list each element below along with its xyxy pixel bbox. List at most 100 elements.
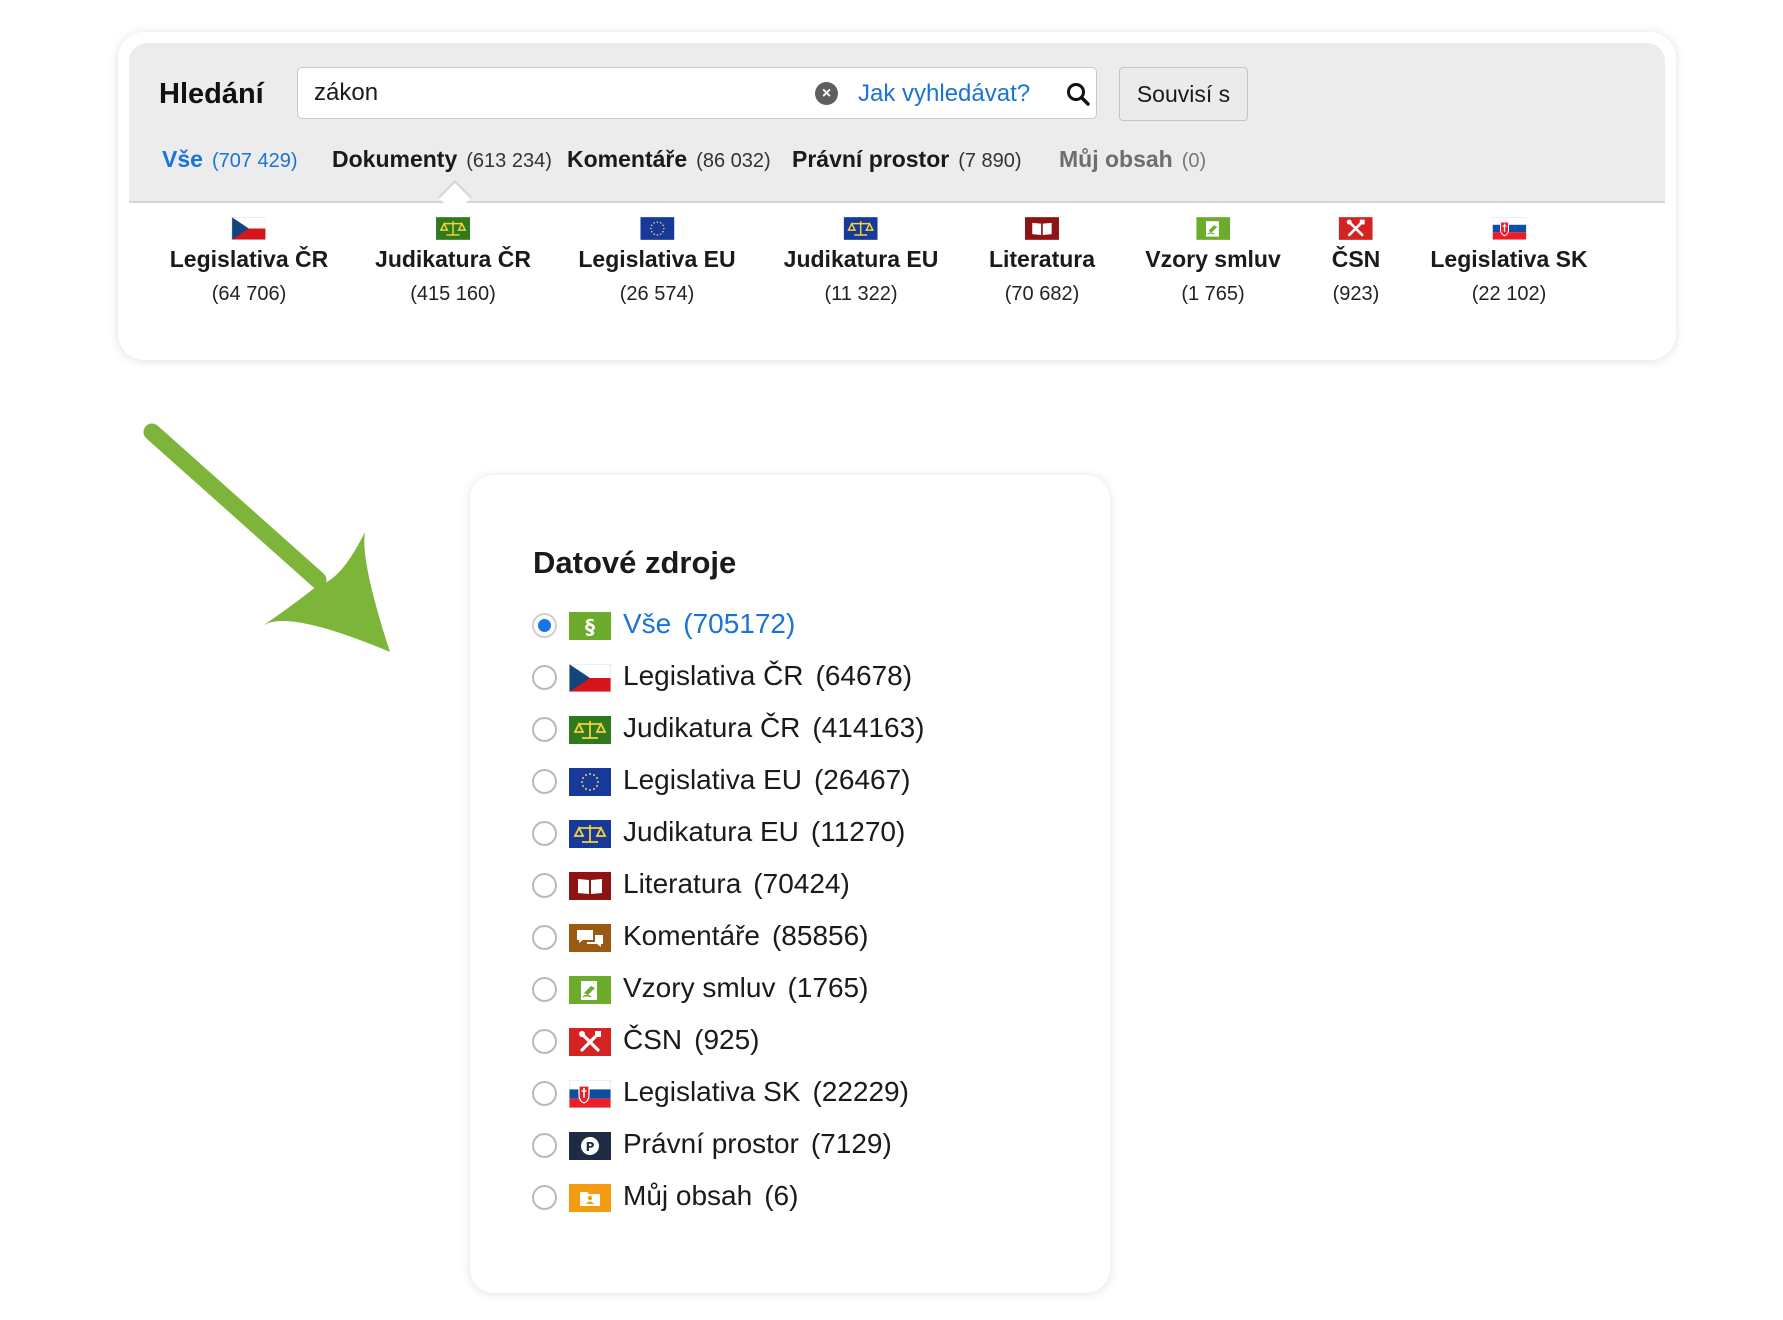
radio-button[interactable] <box>532 769 557 794</box>
source-count: (26 574) <box>619 283 695 305</box>
tab-label: Můj obsah <box>1059 146 1173 172</box>
flag-sk-icon <box>1492 217 1526 240</box>
source-label: Legislativa EU <box>578 246 736 272</box>
radio-button-checked[interactable] <box>532 613 557 638</box>
scales-eu-icon <box>569 820 611 848</box>
source-count: (415 160) <box>410 283 496 305</box>
folder-user-icon <box>569 1184 611 1212</box>
contract-icon <box>1196 217 1230 240</box>
source-count: (22 102) <box>1471 283 1547 305</box>
option-text: Můj obsah (6) <box>623 1180 798 1212</box>
tab-label: Dokumenty <box>332 146 458 172</box>
search-header: Hledání × Jak vyhledávat? Souvisí s Vše (… <box>129 43 1665 203</box>
option-count: (85856) <box>771 920 869 951</box>
radio-button[interactable] <box>532 1081 557 1106</box>
book-icon <box>1025 217 1059 240</box>
source-legislativa-eu[interactable]: Legislativa EU (26 574) <box>578 217 736 306</box>
option-text: Literatura (70424) <box>623 868 850 900</box>
search-icon[interactable] <box>1065 81 1091 112</box>
option-count: (26467) <box>813 764 911 795</box>
tab-all[interactable]: Vše (707 429) <box>162 146 298 173</box>
option-text: Legislativa ČR (64678) <box>623 660 912 692</box>
tab-my-content[interactable]: Můj obsah (0) <box>1059 146 1206 173</box>
option-count: (11270) <box>810 816 906 847</box>
radio-button[interactable] <box>532 925 557 950</box>
pp-logo-icon <box>569 1132 611 1160</box>
data-sources-panel: Datové zdroje Vše (705172) Legislativa ČR… <box>470 475 1110 1293</box>
clear-search-icon[interactable]: × <box>815 82 838 105</box>
tab-label: Vše <box>162 146 203 172</box>
tools-icon <box>569 1028 611 1056</box>
search-box: × Jak vyhledávat? <box>297 67 1097 119</box>
source-count: (923) <box>1332 283 1380 305</box>
search-input[interactable] <box>314 77 784 109</box>
radio-button[interactable] <box>532 1029 557 1054</box>
option-count: (925) <box>694 1024 760 1055</box>
radio-button[interactable] <box>532 821 557 846</box>
radio-button[interactable] <box>532 1185 557 1210</box>
flag-sk-icon <box>569 1080 611 1108</box>
source-count: (11 322) <box>824 283 898 305</box>
tab-count: (86 032) <box>696 150 771 172</box>
option-count: (7129) <box>810 1128 892 1159</box>
source-tiles: Legislativa ČR (64 706) Judikatura ČR (4… <box>129 217 1665 337</box>
source-legislativa-sk[interactable]: Legislativa SK (22 102) <box>1430 217 1588 306</box>
source-judikatura-cr[interactable]: Judikatura ČR (415 160) <box>375 217 531 306</box>
scales-cz-icon <box>569 716 611 744</box>
option-count: (6) <box>764 1180 799 1211</box>
radio-button[interactable] <box>532 1133 557 1158</box>
tab-count: (613 234) <box>466 150 552 172</box>
source-legislativa-cr[interactable]: Legislativa ČR (64 706) <box>169 217 329 306</box>
scales-eu-icon <box>844 217 878 240</box>
option-label: Legislativa ČR <box>623 660 804 691</box>
option-count: (70424) <box>753 868 850 899</box>
option-count: (705172) <box>683 608 796 639</box>
option-label: Vše <box>623 608 672 639</box>
option-count: (22229) <box>812 1076 909 1107</box>
search-help-link[interactable]: Jak vyhledávat? <box>858 80 1030 108</box>
book-icon <box>569 872 611 900</box>
comments-icon <box>569 924 611 952</box>
tab-legal-space[interactable]: Právní prostor (7 890) <box>792 146 1022 173</box>
radio-button[interactable] <box>532 873 557 898</box>
option-text: Judikatura ČR (414163) <box>623 712 925 744</box>
source-label: Judikatura EU <box>783 246 939 272</box>
source-vzory-smluv[interactable]: Vzory smluv (1 765) <box>1145 217 1281 306</box>
radio-button[interactable] <box>532 977 557 1002</box>
radio-button[interactable] <box>532 717 557 742</box>
radio-button[interactable] <box>532 665 557 690</box>
contract-icon <box>569 976 611 1004</box>
source-label: Legislativa ČR <box>169 246 329 272</box>
source-literatura[interactable]: Literatura (70 682) <box>989 217 1095 306</box>
paragraph-icon <box>569 612 611 640</box>
scales-cz-icon <box>436 217 470 240</box>
flag-eu-icon <box>569 768 611 796</box>
search-title: Hledání <box>159 78 264 110</box>
option-label: Legislativa EU <box>623 764 802 795</box>
source-label: ČSN <box>1331 246 1381 272</box>
tools-icon <box>1339 217 1373 240</box>
flag-cz-icon <box>232 217 266 240</box>
source-label: Literatura <box>988 246 1096 272</box>
related-to-button[interactable]: Souvisí s <box>1119 67 1248 121</box>
option-text: Legislativa SK (22229) <box>623 1076 909 1108</box>
tab-label: Právní prostor <box>792 146 950 172</box>
arrow-down-right-icon <box>143 423 390 652</box>
option-text: Judikatura EU (11270) <box>623 816 905 848</box>
search-panel: Hledání × Jak vyhledávat? Souvisí s Vše (… <box>118 32 1676 360</box>
tab-count: (707 429) <box>211 150 298 172</box>
option-text: Právní prostor (7129) <box>623 1128 892 1160</box>
tab-documents[interactable]: Dokumenty (613 234) <box>332 146 552 173</box>
tab-label: Komentáře <box>567 146 688 172</box>
tab-comments[interactable]: Komentáře (86 032) <box>567 146 771 173</box>
source-count: (70 682) <box>1004 283 1080 305</box>
source-label: Judikatura ČR <box>375 246 531 272</box>
option-label: Legislativa SK <box>623 1076 801 1107</box>
tab-count: (7 890) <box>958 150 1022 172</box>
option-label: Judikatura EU <box>623 816 799 847</box>
source-judikatura-eu[interactable]: Judikatura EU (11 322) <box>783 217 939 306</box>
source-label: Legislativa SK <box>1430 246 1588 272</box>
flag-cz-icon <box>569 664 611 692</box>
source-csn[interactable]: ČSN (923) <box>1331 217 1381 306</box>
option-count: (1765) <box>787 972 869 1003</box>
